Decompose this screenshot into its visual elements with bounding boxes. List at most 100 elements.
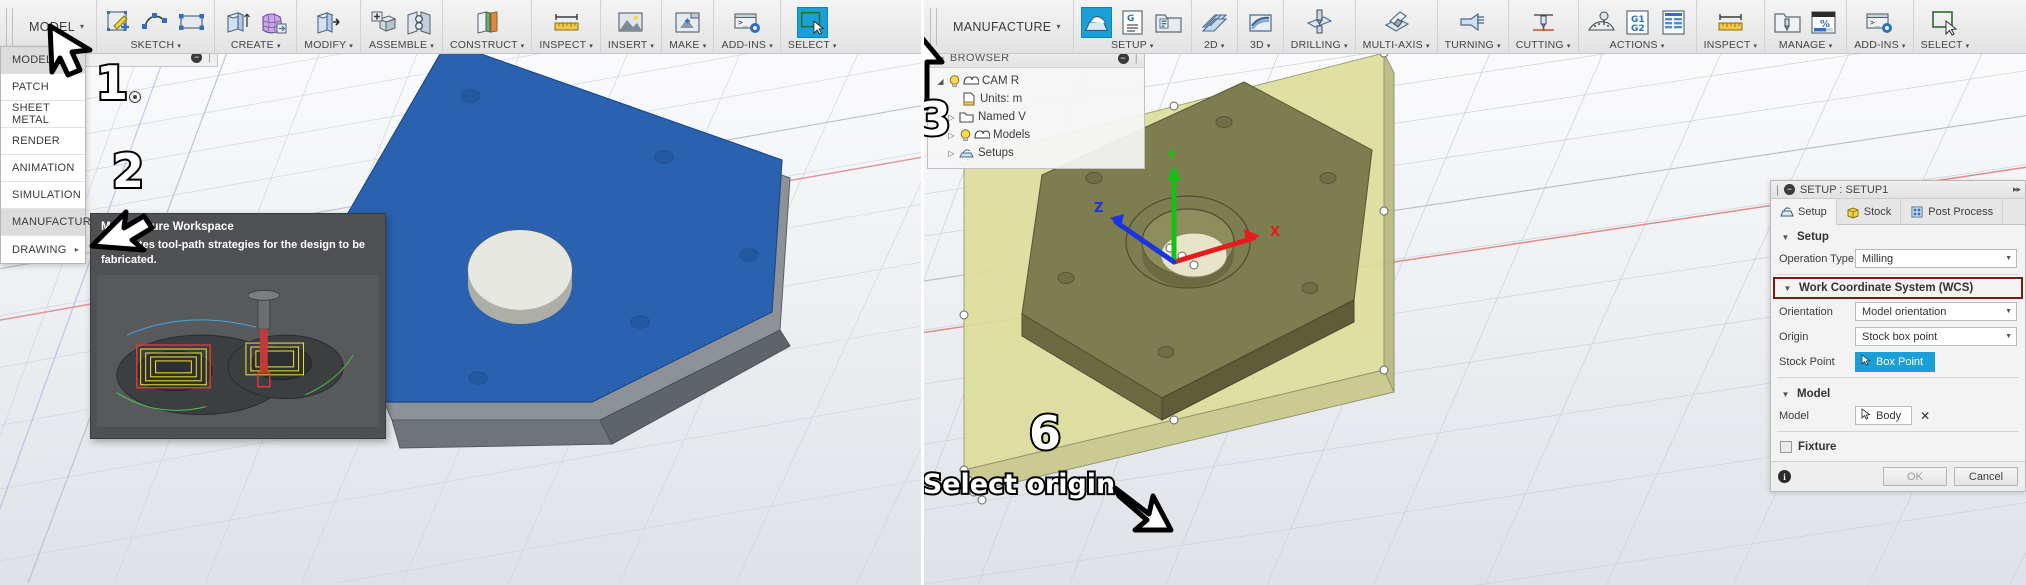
collapse-triangle-icon[interactable]: ▼ xyxy=(1779,233,1792,242)
new-component-icon[interactable] xyxy=(368,7,399,38)
select-tool-icon[interactable] xyxy=(796,7,828,38)
info-icon[interactable]: i xyxy=(1778,470,1791,483)
ribbon-group-cutting[interactable]: CUTTING ▾ xyxy=(1507,0,1578,54)
insert-image-icon[interactable] xyxy=(615,7,646,38)
scripts-addins-icon[interactable]: >_ xyxy=(732,7,763,38)
tab-post-process[interactable]: Post Process xyxy=(1901,199,2004,224)
ribbon-group-actions[interactable]: G1 G2 ACTIONS ▾ xyxy=(1577,0,1696,54)
expand-triangle-icon[interactable]: ▷ xyxy=(945,113,958,122)
3d-print-icon[interactable] xyxy=(672,7,703,38)
ribbon-group-turning[interactable]: TURNING ▾ xyxy=(1436,0,1508,54)
form-sculpt-icon[interactable] xyxy=(258,7,289,38)
origin-select[interactable]: Stock box point ▼ xyxy=(1855,327,2017,346)
sketch-spline-icon[interactable] xyxy=(140,7,171,38)
new-setup-icon[interactable] xyxy=(1080,7,1112,38)
workspace-menu-item-sheet-metal[interactable]: SHEET METAL xyxy=(1,101,85,128)
ribbon-group-sketch[interactable]: SKETCH ▾ xyxy=(96,0,214,54)
box-point-button[interactable]: Box Point xyxy=(1855,351,1936,372)
measure-icon[interactable] xyxy=(1715,7,1746,38)
workspace-menu-item-drawing[interactable]: DRAWING ▸ xyxy=(1,236,85,263)
ribbon-group-select-left[interactable]: SELECT ▾ xyxy=(779,0,844,54)
cutting-icon[interactable] xyxy=(1528,7,1559,38)
tree-row-cam-root[interactable]: ◢ CAM R xyxy=(928,72,1144,90)
construction-plane-icon[interactable] xyxy=(472,7,503,38)
extrude-icon[interactable] xyxy=(222,7,253,38)
lightbulb-icon[interactable] xyxy=(947,74,962,88)
ribbon-group-make[interactable]: MAKE ▾ xyxy=(661,0,713,54)
post-process-icon[interactable]: G1 G2 xyxy=(1622,7,1653,38)
field-model[interactable]: Model Body ✕ xyxy=(1771,404,2025,427)
milling-2d-icon[interactable] xyxy=(1199,7,1230,38)
expand-triangle-icon[interactable]: ▷ xyxy=(945,149,958,158)
machining-time-icon[interactable]: % xyxy=(1808,7,1839,38)
ribbon-group-assemble[interactable]: ASSEMBLE ▾ xyxy=(359,0,442,54)
press-pull-icon[interactable] xyxy=(313,7,344,38)
ribbon-group-drilling[interactable]: DRILLING ▾ xyxy=(1282,0,1355,54)
cam-browser-tree[interactable]: ◢ CAM R Units: m ▷ Named V ▷ Models ▷ Se… xyxy=(928,68,1144,168)
simulate-icon[interactable] xyxy=(1586,7,1617,38)
field-stock-point[interactable]: Stock Point Box Point xyxy=(1771,350,2025,373)
workspace-menu-item-render[interactable]: RENDER xyxy=(1,128,85,155)
sketch-rectangle-icon[interactable] xyxy=(176,7,207,38)
workspace-dropdown-menu[interactable]: MODEL PATCH SHEET METAL RENDER ANIMATION… xyxy=(0,46,98,264)
operation-type-select[interactable]: Milling ▼ xyxy=(1855,249,2017,268)
field-origin[interactable]: Origin Stock box point ▼ xyxy=(1771,325,2025,348)
scripts-addins-icon[interactable]: >_ xyxy=(1864,7,1895,38)
tree-row-named-views[interactable]: ▷ Named V xyxy=(928,108,1144,126)
ribbon-group-addins-right[interactable]: >_ ADD-INS ▾ xyxy=(1846,0,1912,54)
measure-icon[interactable] xyxy=(551,7,582,38)
orientation-select[interactable]: Model orientation ▼ xyxy=(1855,302,2017,321)
setup-dialog-titlebar[interactable]: | − SETUP : SETUP1 ▸▸ xyxy=(1771,181,2025,199)
tree-row-setups[interactable]: ▷ Setups xyxy=(928,144,1144,162)
chevron-down-icon[interactable]: ▼ xyxy=(2005,333,2012,340)
ribbon-group-3d[interactable]: 3D ▾ xyxy=(1236,0,1283,54)
cancel-button[interactable]: Cancel xyxy=(1954,467,2018,486)
tree-visibility-icon[interactable] xyxy=(128,90,142,104)
ribbon-group-setup[interactable]: G SETUP ▾ xyxy=(1072,0,1191,54)
fixture-checkbox[interactable] xyxy=(1780,441,1792,453)
ribbon-group-inspect-right[interactable]: INSPECT ▾ xyxy=(1695,0,1765,54)
browser-minimize-icon[interactable]: − xyxy=(1117,52,1129,64)
field-orientation[interactable]: Orientation Model orientation ▼ xyxy=(1771,300,2025,323)
tree-row-units[interactable]: Units: m xyxy=(928,90,1144,108)
ribbon-group-create[interactable]: CREATE ▾ xyxy=(214,0,296,54)
expand-triangle-icon[interactable]: ▷ xyxy=(945,131,958,140)
setup-sheet-icon[interactable] xyxy=(1658,7,1689,38)
workspace-menu-item-manufacture[interactable]: MANUFACTURE xyxy=(1,209,98,236)
workspace-menu-item-simulation[interactable]: SIMULATION xyxy=(1,182,85,209)
section-header-model[interactable]: ▼ Model xyxy=(1771,382,2025,404)
tree-row-models[interactable]: ▷ Models xyxy=(928,126,1144,144)
ribbon-grip[interactable] xyxy=(930,8,937,46)
right-browser-panel[interactable]: ◂◂ BROWSER − | ◢ CAM R Units: m ▷ Named … xyxy=(927,48,1145,169)
collapse-triangle-icon[interactable]: ▼ xyxy=(1781,284,1794,293)
turning-icon[interactable] xyxy=(1457,7,1488,38)
setup-dialog[interactable]: | − SETUP : SETUP1 ▸▸ Setup Stock Post P… xyxy=(1770,180,2026,492)
ribbon-group-addins-left[interactable]: >_ ADD-INS ▾ xyxy=(713,0,779,54)
milling-3d-icon[interactable] xyxy=(1245,7,1276,38)
model-body-button[interactable]: Body xyxy=(1855,406,1913,425)
chevron-down-icon[interactable]: ▼ xyxy=(2005,308,2012,315)
ribbon-group-manage[interactable]: % MANAGE ▾ xyxy=(1764,0,1846,54)
ribbon-group-insert[interactable]: INSERT ▾ xyxy=(599,0,661,54)
tool-library-icon[interactable] xyxy=(1772,7,1803,38)
ribbon-grip[interactable] xyxy=(6,8,13,46)
ribbon-group-modify[interactable]: MODIFY ▾ xyxy=(296,0,360,54)
clear-selection-icon[interactable]: ✕ xyxy=(1920,409,1930,423)
workspace-menu-item-patch[interactable]: PATCH xyxy=(1,74,85,101)
dialog-minimize-icon[interactable]: − xyxy=(1783,184,1795,195)
drilling-icon[interactable] xyxy=(1304,7,1335,38)
expand-triangle-icon[interactable]: ◢ xyxy=(934,77,947,86)
multi-axis-icon[interactable] xyxy=(1381,7,1412,38)
section-header-wcs[interactable]: ▼ Work Coordinate System (WCS) xyxy=(1773,277,2023,299)
workspace-menu-item-animation[interactable]: ANIMATION xyxy=(1,155,85,182)
tab-setup[interactable]: Setup xyxy=(1771,199,1837,225)
chevron-down-icon[interactable]: ▼ xyxy=(2005,255,2012,262)
ribbon-group-inspect-left[interactable]: INSPECT ▾ xyxy=(531,0,600,54)
setup-dialog-tabs[interactable]: Setup Stock Post Process xyxy=(1771,199,2025,225)
tab-stock[interactable]: Stock xyxy=(1837,199,1902,224)
section-header-setup[interactable]: ▼ Setup xyxy=(1771,225,2025,247)
fixture-section[interactable]: Fixture xyxy=(1771,436,2025,461)
select-tool-icon[interactable] xyxy=(1929,7,1960,38)
folder-setup-icon[interactable] xyxy=(1153,7,1184,38)
ncprogram-icon[interactable]: G xyxy=(1117,7,1148,38)
